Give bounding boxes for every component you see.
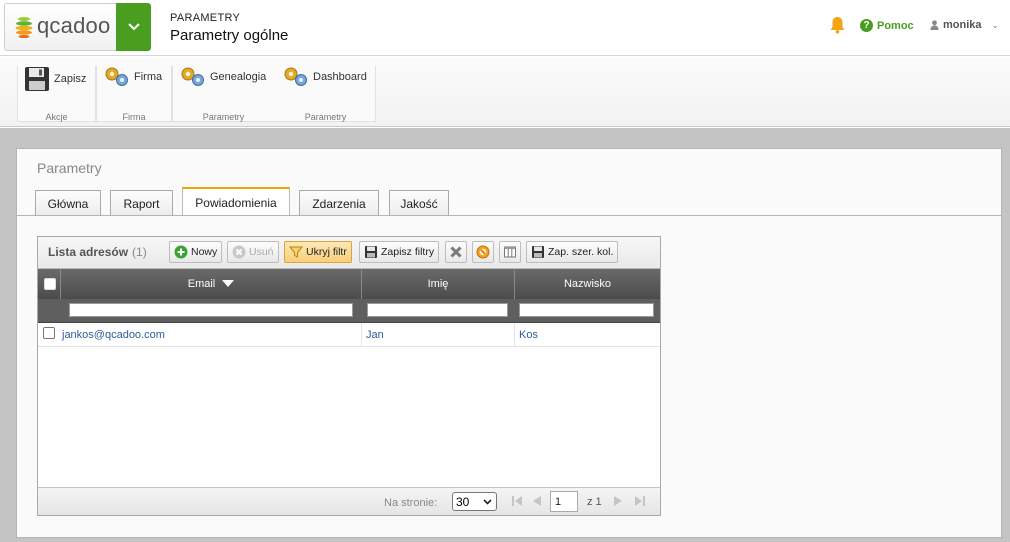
tab-jakosc[interactable]: Jakość — [389, 190, 449, 216]
grid-header: Lista adresów (1) Nowy Usuń Ukryj filtr … — [38, 237, 660, 269]
first-page-icon[interactable] — [511, 495, 523, 507]
main-menu-button[interactable] — [116, 3, 151, 51]
current-page-input[interactable]: 1 — [550, 491, 578, 512]
new-button[interactable]: Nowy — [169, 241, 223, 263]
grid-count: (1) — [132, 245, 147, 259]
company-button-label: Firma — [134, 71, 163, 83]
user-name: monika — [943, 19, 982, 31]
select-all-checkbox[interactable] — [44, 278, 56, 290]
first-name-filter-input[interactable] — [367, 303, 508, 317]
column-header-label: Nazwisko — [563, 278, 612, 290]
user-icon — [930, 20, 939, 30]
company-button[interactable]: Firma — [104, 66, 162, 88]
user-menu[interactable]: monika ⌄ — [930, 19, 999, 31]
help-link[interactable]: ? Pomoc — [860, 19, 914, 32]
columns-icon — [504, 246, 516, 258]
delete-circle-icon — [232, 245, 246, 259]
column-header-email[interactable]: Email — [60, 269, 361, 299]
per-page-value: 30 — [456, 494, 470, 509]
sort-desc-icon — [222, 280, 235, 287]
reset-button[interactable] — [472, 241, 494, 263]
dashboard-button[interactable]: Dashboard — [283, 66, 367, 88]
save-icon — [365, 246, 377, 258]
next-page-icon[interactable] — [612, 495, 624, 507]
save-filters-button[interactable]: Zapisz filtry — [359, 241, 440, 263]
row-checkbox[interactable] — [43, 327, 55, 339]
ribbon-group-label: Parametry — [304, 112, 347, 122]
filter-row — [38, 299, 660, 323]
logo-text: qcadoo — [37, 13, 111, 38]
save-button-label: Zapisz — [54, 73, 87, 85]
table-row[interactable]: jankos@qcadoo.com Jan Kos — [38, 323, 660, 347]
save-button[interactable]: Zapisz — [24, 66, 86, 92]
notifications-bell-icon[interactable] — [829, 16, 846, 34]
column-header-row: Email Imię Nazwisko — [38, 269, 660, 299]
chevron-down-icon — [483, 498, 492, 505]
panel-title: Parametry — [37, 160, 102, 176]
ribbon-group-label: Akcje — [45, 112, 68, 122]
grid-title: Lista adresów (1) — [48, 245, 147, 259]
genealogy-button-label: Genealogia — [210, 71, 267, 83]
plus-circle-icon — [174, 245, 188, 259]
new-button-label: Nowy — [191, 246, 218, 258]
hide-filter-button[interactable]: Ukryj filtr — [284, 241, 352, 263]
tab-zdarzenia[interactable]: Zdarzenia — [299, 190, 379, 216]
chevron-down-icon: ⌄ — [991, 19, 1000, 30]
ribbon-group-label: Parametry — [202, 112, 245, 122]
columns-button[interactable] — [499, 241, 521, 263]
ribbon-group-label: Firma — [122, 112, 146, 122]
tab-powiadomienia[interactable]: Powiadomienia — [182, 187, 290, 216]
cell-last-name[interactable]: Kos — [514, 323, 660, 347]
save-icon — [532, 246, 544, 258]
grid-title-text: Lista adresów — [48, 245, 129, 259]
cell-first-name[interactable]: Jan — [361, 323, 514, 347]
tab-raport[interactable]: Raport — [110, 190, 173, 216]
column-header-label: Email — [187, 278, 216, 290]
save-column-widths-button[interactable]: Zap. szer. kol. — [526, 241, 619, 263]
qcadoo-logo-icon — [15, 17, 33, 38]
grid-footer: Na stronie: 30 1 z 1 — [38, 487, 660, 515]
chevron-down-icon — [127, 23, 140, 31]
help-label: Pomoc — [877, 19, 914, 32]
gears-icon — [181, 67, 204, 86]
dashboard-button-label: Dashboard — [313, 71, 367, 83]
delete-button[interactable]: Usuń — [227, 241, 279, 263]
logo[interactable]: qcadoo — [4, 3, 116, 51]
gears-icon — [105, 67, 128, 86]
tab-glowna[interactable]: Główna — [35, 190, 101, 216]
save-filters-button-label: Zapisz filtry — [381, 246, 435, 258]
no-entry-icon — [476, 245, 490, 259]
save-icon — [25, 67, 49, 91]
breadcrumb-category: PARAMETRY — [170, 12, 241, 24]
ribbon-toolbar: Zapisz Akcje Firma Firma Genealogia Dash… — [0, 57, 1010, 127]
top-bar: qcadoo PARAMETRY Parametry ogólne ? Pomo… — [0, 0, 1010, 56]
column-header-label: Imię — [427, 278, 449, 290]
last-page-icon[interactable] — [634, 495, 646, 507]
cell-email[interactable]: jankos@qcadoo.com — [58, 323, 361, 347]
gears-icon — [284, 67, 307, 86]
funnel-icon — [289, 246, 303, 258]
parameters-panel: Parametry Główna Raport Powiadomienia Zd… — [16, 148, 1002, 538]
page-count: z 1 — [587, 496, 602, 508]
clear-filters-button[interactable] — [445, 241, 467, 263]
hide-filter-button-label: Ukryj filtr — [306, 246, 347, 258]
page-title: Parametry ogólne — [170, 27, 289, 44]
email-filter-input[interactable] — [69, 303, 353, 317]
column-header-first-name[interactable]: Imię — [361, 269, 514, 299]
last-name-filter-input[interactable] — [519, 303, 654, 317]
previous-page-icon[interactable] — [531, 495, 543, 507]
genealogy-button[interactable]: Genealogia — [180, 66, 266, 88]
per-page-select[interactable]: 30 — [452, 492, 497, 511]
close-icon — [450, 246, 462, 258]
save-column-widths-button-label: Zap. szer. kol. — [548, 246, 614, 258]
tabs-divider — [17, 215, 1001, 216]
question-icon: ? — [860, 19, 873, 32]
per-page-label: Na stronie: — [384, 497, 438, 509]
delete-button-label: Usuń — [249, 246, 274, 258]
address-list-grid: Lista adresów (1) Nowy Usuń Ukryj filtr … — [37, 236, 661, 516]
column-header-last-name[interactable]: Nazwisko — [514, 269, 660, 299]
